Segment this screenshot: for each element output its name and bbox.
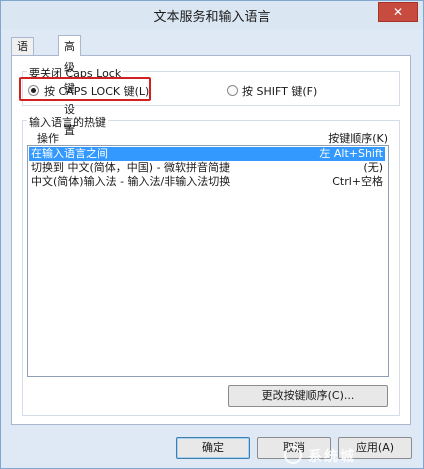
- list-item[interactable]: 切换到 中文(简体，中国) - 微软拼音简捷 (无): [29, 161, 385, 175]
- hotkeys-list[interactable]: 在输入语言之间 左 Alt+Shift 切换到 中文(简体，中国) - 微软拼音…: [27, 145, 389, 377]
- ok-button[interactable]: 确定: [176, 437, 250, 459]
- hotkey-action: 切换到 中文(简体，中国) - 微软拼音简捷: [31, 161, 231, 174]
- list-item[interactable]: 中文(简体)输入法 - 输入法/非输入法切换 Ctrl+空格: [29, 175, 385, 189]
- column-header-action: 操作: [37, 132, 59, 145]
- hotkey-action: 在输入语言之间: [31, 147, 108, 160]
- column-header-key-sequence: 按键顺序(K): [328, 132, 388, 145]
- caps-lock-highlight-box: [19, 77, 151, 101]
- hotkey-sequence: (无): [363, 161, 383, 174]
- hotkey-sequence: Ctrl+空格: [332, 175, 383, 188]
- window-title: 文本服务和输入语言: [153, 10, 271, 25]
- tab-advanced-key-settings[interactable]: 高级键设置: [58, 35, 81, 137]
- close-button[interactable]: ✕: [378, 2, 418, 22]
- shift-radio[interactable]: [227, 85, 238, 96]
- hotkey-sequence: 左 Alt+Shift: [319, 147, 383, 160]
- title-bar[interactable]: 文本服务和输入语言 ✕: [1, 1, 423, 29]
- list-item[interactable]: 在输入语言之间 左 Alt+Shift: [29, 147, 385, 161]
- shift-radio-label[interactable]: 按 SHIFT 键(F): [242, 83, 317, 99]
- watermark-text: 系统城: [308, 449, 356, 465]
- dialog-window: 文本服务和输入语言 ✕ 语言栏 高级键设置 要关闭 Caps Lock 按 CA…: [0, 0, 424, 469]
- hotkey-action: 中文(简体)输入法 - 输入法/非输入法切换: [31, 175, 231, 188]
- tab-language-bar[interactable]: 语言栏: [11, 37, 34, 89]
- change-key-sequence-button[interactable]: 更改按键顺序(C)...: [228, 385, 388, 407]
